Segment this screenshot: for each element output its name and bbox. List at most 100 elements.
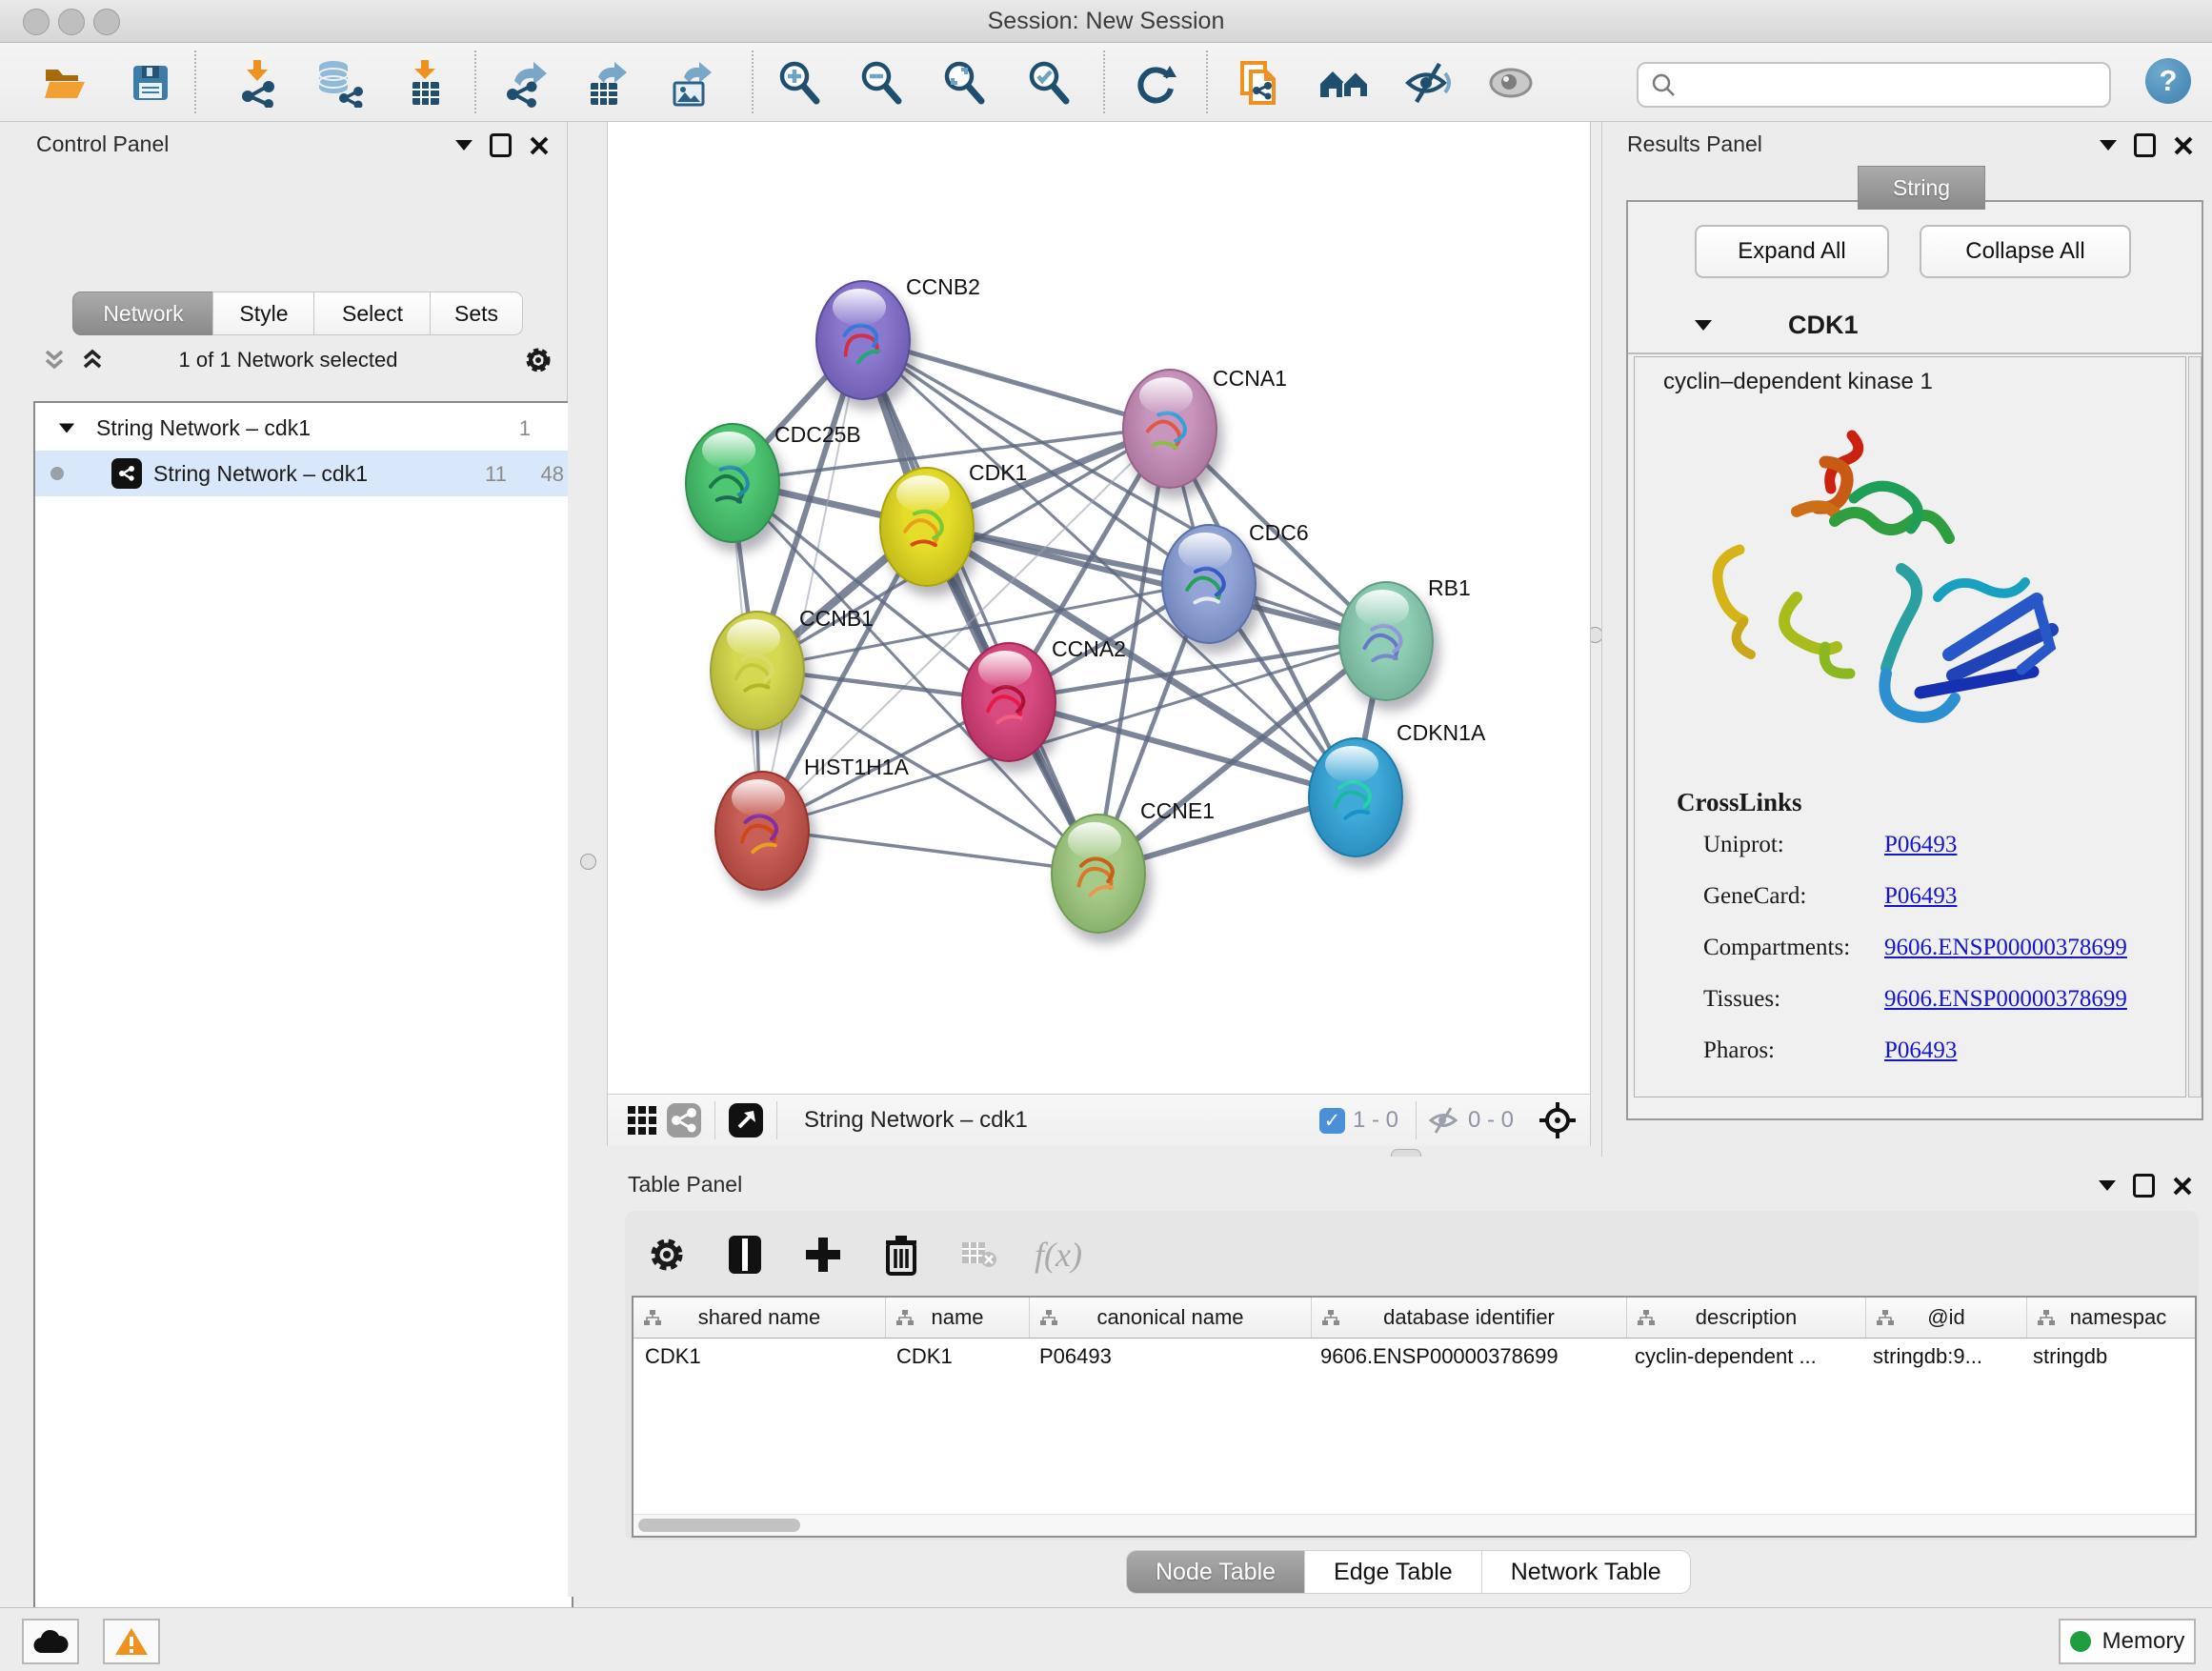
table-cell[interactable]: CDK1 bbox=[885, 1338, 1028, 1376]
save-session-icon[interactable] bbox=[124, 56, 177, 110]
network-edge[interactable] bbox=[760, 829, 1096, 872]
export-network-icon[interactable] bbox=[497, 56, 551, 110]
table-gear-icon[interactable] bbox=[644, 1232, 690, 1278]
add-column-icon[interactable] bbox=[722, 1232, 768, 1278]
grid-view-icon[interactable] bbox=[621, 1099, 663, 1141]
tab-edge-table[interactable]: Edge Table bbox=[1305, 1551, 1482, 1593]
panel-menu-icon[interactable] bbox=[2099, 1180, 2116, 1191]
network-node-CDC25B[interactable] bbox=[685, 423, 780, 543]
network-node-CDKN1A[interactable] bbox=[1308, 737, 1403, 857]
network-collection-row[interactable]: String Network – cdk1 1 bbox=[35, 405, 572, 451]
table-row[interactable]: CDK1CDK1P064939606.ENSP00000378699cyclin… bbox=[633, 1338, 2197, 1376]
import-table-file-icon[interactable] bbox=[398, 56, 452, 110]
close-panel-icon[interactable] bbox=[529, 135, 550, 156]
crosslink-link[interactable]: 9606.ENSP00000378699 bbox=[1884, 986, 2127, 1013]
tab-sets[interactable]: Sets bbox=[430, 292, 523, 335]
delete-rows-icon[interactable] bbox=[878, 1232, 924, 1278]
network-node-CCNB1[interactable] bbox=[710, 611, 805, 731]
search-input[interactable] bbox=[1637, 62, 2111, 108]
column-header-shared-name[interactable]: shared name bbox=[633, 1298, 886, 1338]
tab-string[interactable]: String bbox=[1858, 166, 1985, 210]
warnings-button[interactable] bbox=[103, 1619, 160, 1664]
gene-section-header[interactable]: CDK1 bbox=[1628, 297, 2202, 354]
column-header-name[interactable]: name bbox=[886, 1298, 1030, 1338]
network-node-CCNE1[interactable] bbox=[1051, 814, 1146, 934]
clone-network-icon[interactable] bbox=[1233, 56, 1286, 110]
tab-select[interactable]: Select bbox=[313, 292, 432, 335]
network-share-view-icon[interactable] bbox=[663, 1099, 705, 1141]
crosslink-link[interactable]: 9606.ENSP00000378699 bbox=[1884, 935, 2127, 961]
column-header-canonical-name[interactable]: canonical name bbox=[1030, 1298, 1312, 1338]
tab-network[interactable]: Network bbox=[72, 292, 214, 335]
tab-network-table[interactable]: Network Table bbox=[1482, 1551, 1690, 1593]
horizontal-scrollbar[interactable] bbox=[633, 1514, 2195, 1536]
import-network-database-icon[interactable] bbox=[312, 56, 366, 110]
table-cell[interactable]: 9606.ENSP00000378699 bbox=[1309, 1338, 1623, 1376]
table-cell[interactable]: stringdb:9... bbox=[1861, 1338, 2021, 1376]
column-type-icon bbox=[643, 1308, 662, 1327]
show-eye-icon[interactable] bbox=[1484, 56, 1538, 110]
protein-ribbon-icon bbox=[700, 450, 763, 520]
refresh-icon[interactable] bbox=[1129, 56, 1182, 110]
table-cell[interactable]: stringdb bbox=[2021, 1338, 2197, 1376]
crosslink-link[interactable]: P06493 bbox=[1884, 883, 1957, 910]
zoom-in-icon[interactable] bbox=[774, 56, 827, 110]
panel-menu-icon[interactable] bbox=[2100, 140, 2117, 151]
network-node-CDK1[interactable] bbox=[879, 467, 975, 587]
export-image-icon[interactable] bbox=[663, 56, 716, 110]
splitter-grip[interactable] bbox=[580, 854, 596, 870]
zoom-out-icon[interactable] bbox=[855, 56, 909, 110]
close-panel-icon[interactable] bbox=[2172, 1176, 2193, 1197]
birds-eye-view-icon[interactable] bbox=[725, 1099, 767, 1141]
houses-icon[interactable] bbox=[1317, 56, 1371, 110]
cloud-button[interactable] bbox=[22, 1619, 79, 1664]
column-header-description[interactable]: description bbox=[1627, 1298, 1866, 1338]
memory-button[interactable]: Memory bbox=[2059, 1619, 2196, 1664]
left-splitter[interactable] bbox=[568, 122, 607, 1597]
network-node-HIST1H1A[interactable] bbox=[714, 771, 810, 891]
gear-icon[interactable] bbox=[523, 345, 553, 375]
import-network-file-icon[interactable] bbox=[231, 56, 284, 110]
expand-all-button[interactable]: Expand All bbox=[1695, 225, 1889, 278]
float-panel-icon[interactable] bbox=[2134, 133, 2156, 157]
close-panel-icon[interactable] bbox=[2173, 135, 2194, 156]
float-panel-icon[interactable] bbox=[490, 133, 512, 157]
export-table-icon[interactable] bbox=[579, 56, 633, 110]
gene-section: CDK1 cyclin–dependent kinase 1 bbox=[1626, 297, 2203, 1120]
tab-style[interactable]: Style bbox=[212, 292, 315, 335]
table-cell[interactable]: P06493 bbox=[1028, 1338, 1309, 1376]
column-header-namespac[interactable]: namespac bbox=[2027, 1298, 2197, 1338]
crosslink-link[interactable]: P06493 bbox=[1884, 832, 1957, 858]
selected-nodes-icon[interactable]: ✓ bbox=[1319, 1108, 1345, 1134]
crosshair-icon[interactable] bbox=[1537, 1099, 1579, 1141]
network-node-CCNA2[interactable] bbox=[961, 642, 1056, 762]
network-node-CDC6[interactable] bbox=[1161, 524, 1257, 644]
add-row-icon[interactable] bbox=[800, 1232, 846, 1278]
float-panel-icon[interactable] bbox=[2133, 1174, 2155, 1198]
tab-node-table[interactable]: Node Table bbox=[1127, 1551, 1305, 1593]
zoom-selected-icon[interactable] bbox=[1023, 56, 1076, 110]
hidden-items-icon[interactable] bbox=[1426, 1099, 1460, 1141]
open-session-icon[interactable] bbox=[38, 56, 91, 110]
network-edge[interactable] bbox=[760, 639, 1384, 829]
section-expander-icon[interactable] bbox=[1695, 320, 1712, 331]
help-button[interactable]: ? bbox=[2145, 58, 2191, 104]
column-header--id[interactable]: @id bbox=[1866, 1298, 2027, 1338]
table-cell[interactable]: cyclin-dependent ... bbox=[1623, 1338, 1861, 1376]
scrollbar-thumb[interactable] bbox=[638, 1519, 800, 1532]
network-node-CCNA1[interactable] bbox=[1122, 369, 1217, 489]
panel-menu-icon[interactable] bbox=[455, 140, 473, 151]
network-node-CCNB2[interactable] bbox=[815, 280, 911, 400]
hide-eye-slash-icon[interactable] bbox=[1401, 56, 1455, 110]
collection-expander-icon[interactable] bbox=[59, 423, 74, 433]
table-cell[interactable]: CDK1 bbox=[633, 1338, 885, 1376]
network-row-selected[interactable]: String Network – cdk1 11 48 bbox=[35, 451, 572, 496]
network-canvas[interactable]: CCNB2CCNA1CDC25BCDK1CDC6RB1CCNB1CCNA2CDK… bbox=[608, 122, 1590, 1094]
results-scrollbar[interactable] bbox=[2188, 356, 2202, 1097]
collapse-all-button[interactable]: Collapse All bbox=[1920, 225, 2131, 278]
network-node-RB1[interactable] bbox=[1338, 581, 1434, 701]
column-header-database-identifier[interactable]: database identifier bbox=[1312, 1298, 1627, 1338]
zoom-fit-icon[interactable] bbox=[938, 56, 992, 110]
selection-status-text: 1 of 1 Network selected bbox=[10, 348, 567, 372]
crosslink-link[interactable]: P06493 bbox=[1884, 1037, 1957, 1064]
